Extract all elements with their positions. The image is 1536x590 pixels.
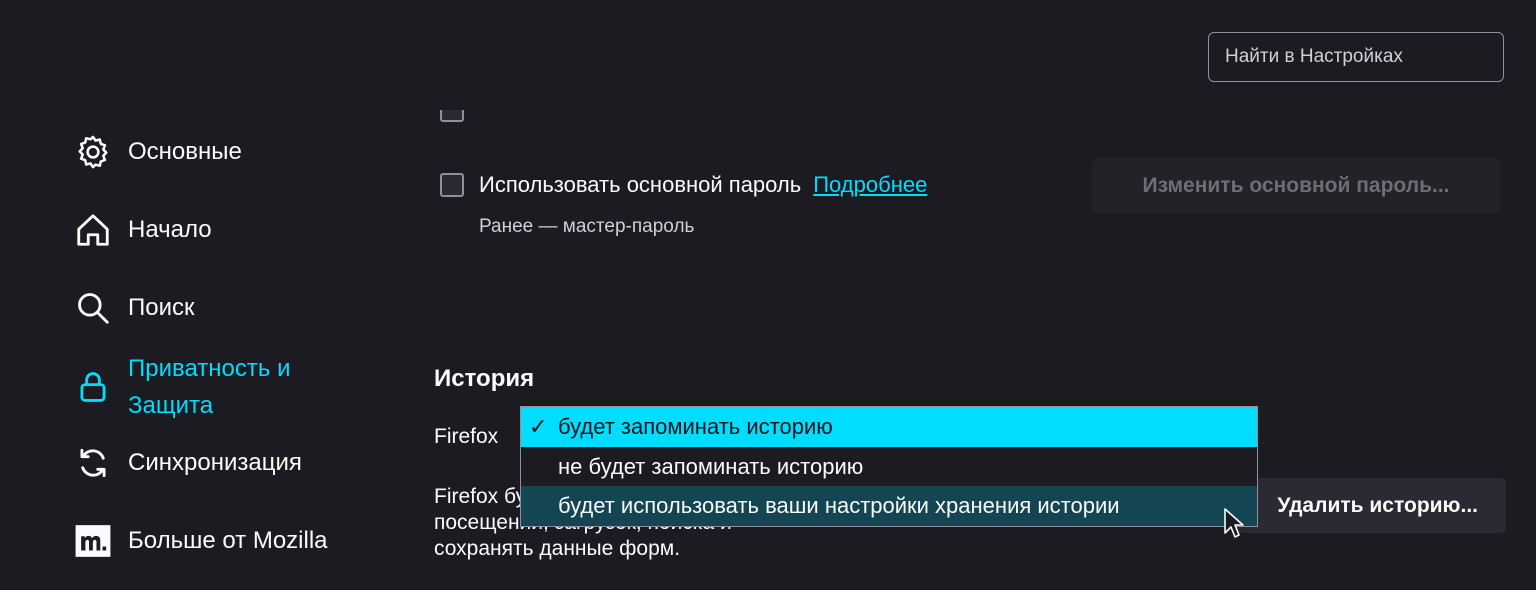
checkmark-icon: ✓	[529, 413, 548, 439]
sidebar-item-label: Основные	[128, 138, 242, 165]
learn-more-link[interactable]: Подробнее	[813, 172, 927, 198]
settings-page: Основные Начало Поиск	[0, 0, 1536, 590]
sidebar-item-label: Больше от Mozilla	[128, 527, 328, 554]
sidebar-item-label: Начало	[128, 216, 212, 243]
primary-password-row: Использовать основной пароль Подробнее	[440, 172, 927, 198]
mozilla-logo-icon	[74, 522, 112, 560]
home-icon	[74, 211, 112, 249]
primary-password-hint: Ранее — мастер-пароль	[479, 216, 695, 237]
mouse-cursor-icon	[1224, 508, 1244, 538]
dropdown-option-label: будет запоминать историю	[558, 413, 833, 439]
use-primary-password-checkbox[interactable]	[440, 173, 464, 197]
dropdown-option-label: не будет запоминать историю	[558, 453, 864, 479]
history-firefox-label: Firefox	[434, 425, 499, 448]
sidebar-item-home[interactable]: Начало	[74, 211, 212, 249]
sidebar-item-sync[interactable]: Синхронизация	[74, 444, 302, 482]
history-section-title: История	[434, 365, 535, 392]
sidebar-item-label: Приватность и Защита	[128, 355, 291, 419]
search-icon	[74, 289, 112, 327]
sidebar-item-privacy[interactable]: Приватность и Защита	[74, 350, 338, 424]
lock-icon	[74, 368, 112, 406]
history-mode-dropdown[interactable]: ✓ будет запоминать историю не будет запо…	[520, 406, 1258, 527]
sidebar-item-more-from-mozilla[interactable]: Больше от Mozilla	[74, 522, 328, 560]
clear-history-button[interactable]: Удалить историю...	[1236, 478, 1506, 533]
gear-icon	[74, 133, 112, 171]
dropdown-option-remember[interactable]: ✓ будет запоминать историю	[521, 407, 1257, 447]
sidebar-item-label: Синхронизация	[128, 449, 302, 476]
dropdown-option-label: будет использовать ваши настройки хранен…	[558, 493, 1120, 519]
sidebar-item-search[interactable]: Поиск	[74, 289, 195, 327]
sidebar-item-label: Поиск	[128, 294, 195, 321]
search-input[interactable]	[1208, 32, 1504, 82]
scrolled-checkbox	[440, 110, 464, 122]
dropdown-option-custom[interactable]: будет использовать ваши настройки хранен…	[521, 486, 1257, 527]
sync-icon	[74, 444, 112, 482]
dropdown-option-never-remember[interactable]: не будет запоминать историю	[521, 447, 1257, 487]
sidebar-item-general[interactable]: Основные	[74, 133, 242, 171]
sidebar: Основные Начало Поиск Приватность и Защи…	[0, 0, 380, 590]
change-primary-password-button: Изменить основной пароль...	[1092, 158, 1500, 213]
scrolled-off-row	[438, 110, 1258, 132]
use-primary-password-label[interactable]: Использовать основной пароль	[479, 172, 801, 198]
